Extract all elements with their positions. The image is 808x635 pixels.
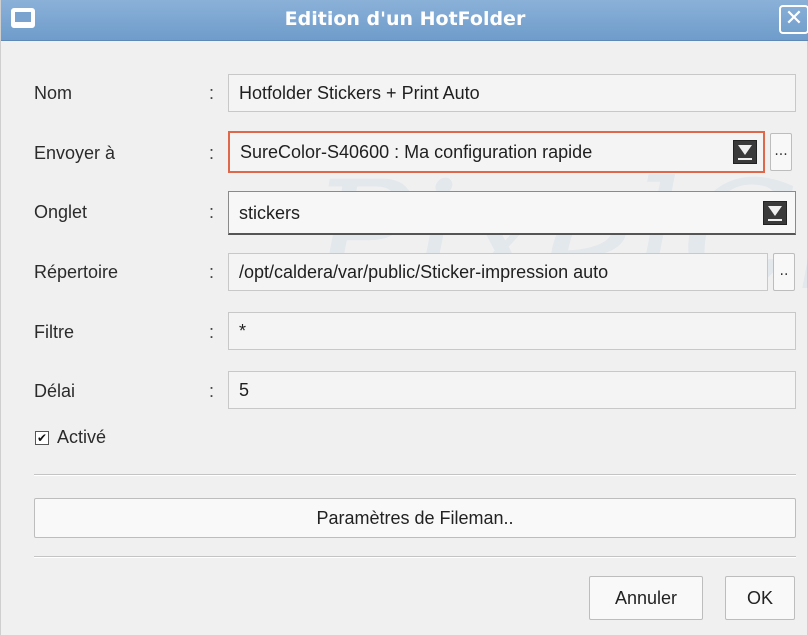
title-bar[interactable]: Edition d'un HotFolder ✕ [1,0,808,41]
watermark: PixelCleo [311,150,808,324]
filtre-label: Filtre [34,322,74,342]
repertoire-input[interactable]: /opt/caldera/var/public/Sticker-impressi… [228,253,768,291]
repertoire-browse-button[interactable]: .. [773,253,795,291]
nom-input[interactable]: Hotfolder Stickers + Print Auto [228,74,796,112]
close-button[interactable]: ✕ [779,5,808,34]
repertoire-label: Répertoire [34,262,119,282]
repertoire-colon: : [209,262,215,282]
onglet-label: Onglet [34,202,88,222]
close-icon: ✕ [784,6,804,31]
envoyer-browse-button[interactable]: ... [770,133,792,171]
nom-colon: : [209,83,215,103]
separator-bottom [34,556,796,558]
delai-colon: : [209,381,215,401]
ok-button[interactable]: OK [725,576,795,620]
onglet-colon: : [209,202,215,222]
envoyer-select[interactable]: SureColor-S40600 : Ma configuration rapi… [228,131,765,173]
dropdown-arrow-icon[interactable] [763,201,787,225]
separator-top [34,474,796,476]
filtre-input[interactable]: * [228,312,796,350]
dropdown-arrow-icon[interactable] [733,140,757,164]
onglet-value: stickers [239,203,301,223]
dialog-title: Edition d'un HotFolder [284,8,526,30]
envoyer-value: SureColor-S40600 : Ma configuration rapi… [240,142,593,162]
nom-label: Nom [34,83,73,103]
active-label[interactable]: Activé [57,427,106,448]
hotfolder-dialog: PixelCleo Edition d'un HotFolder ✕ Nom :… [0,0,808,635]
cancel-button[interactable]: Annuler [589,576,703,620]
envoyer-label: Envoyer à [34,143,116,163]
fileman-settings-button[interactable]: Paramètres de Fileman.. [34,498,796,538]
delai-label: Délai [34,381,76,401]
onglet-select[interactable]: stickers [228,191,796,235]
active-checkbox[interactable]: ✔ [35,431,49,445]
envoyer-colon: : [209,143,215,163]
delai-input[interactable]: 5 [228,371,796,409]
filtre-colon: : [209,322,215,342]
